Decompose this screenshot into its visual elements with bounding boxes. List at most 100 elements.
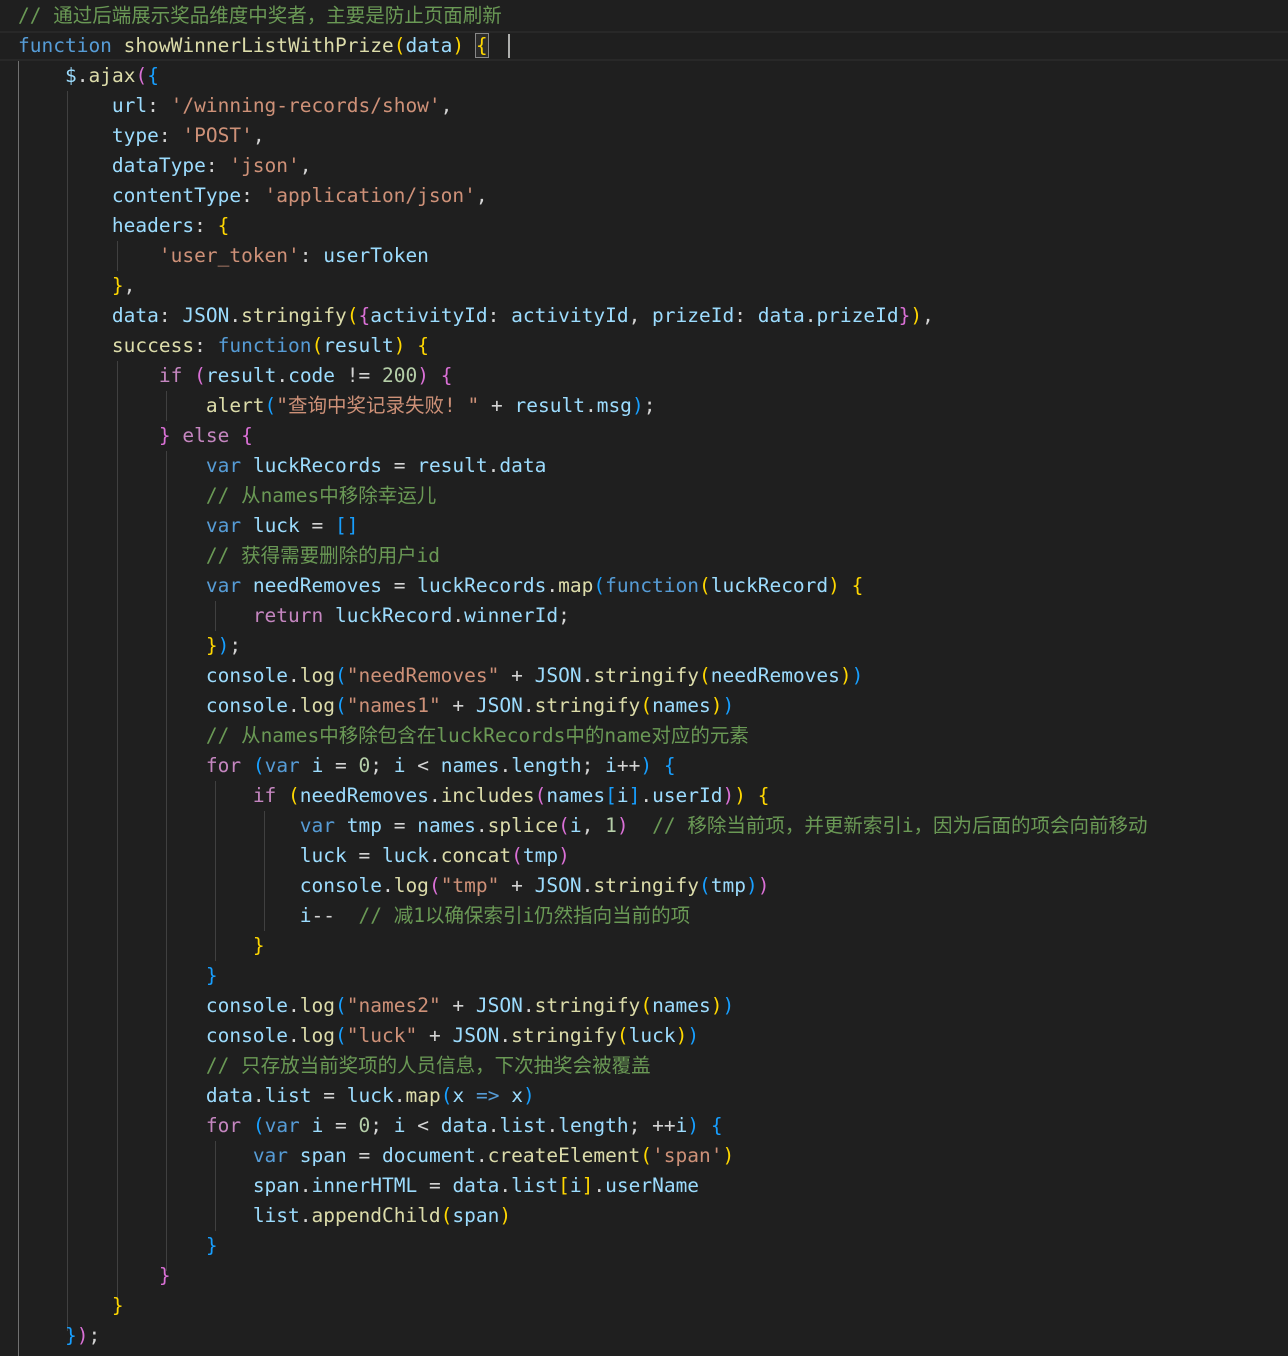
code-token: log (299, 994, 336, 1017)
code-line[interactable]: for (var i = 0; i < data.list.length; ++… (18, 1111, 723, 1141)
code-token: . (546, 574, 559, 597)
code-token: function (217, 334, 312, 357)
code-line[interactable]: console.log("needRemoves" + JSON.stringi… (18, 661, 864, 691)
code-token: data (405, 34, 453, 57)
code-token: ( (264, 394, 277, 417)
code-line[interactable]: luck = luck.concat(tmp) (18, 841, 570, 871)
code-token: map (405, 1084, 441, 1107)
code-token: ) (452, 34, 465, 57)
code-token: // 只存放当前奖项的人员信息，下次抽奖会被覆盖 (205, 1054, 651, 1077)
code-token: } (111, 274, 124, 297)
code-token: console (205, 1024, 289, 1047)
code-line[interactable]: // 从names中移除包含在luckRecords中的name对应的元素 (18, 721, 749, 751)
code-line[interactable]: console.log("names1" + JSON.stringify(na… (18, 691, 734, 721)
code-line[interactable]: // 通过后端展示奖品维度中奖者，主要是防止页面刷新 (18, 1, 502, 31)
code-line[interactable]: }); (18, 1321, 100, 1351)
code-line[interactable]: if (needRemoves.includes(names[i].userId… (18, 781, 770, 811)
code-token: } (205, 634, 218, 657)
code-line[interactable]: } (18, 1261, 171, 1291)
code-line[interactable]: var luckRecords = result.data (18, 451, 547, 481)
code-line[interactable]: data: JSON.stringify({activityId: activi… (18, 301, 934, 331)
code-line[interactable]: } (18, 1291, 124, 1321)
code-line[interactable]: $.ajax({ (18, 61, 159, 91)
code-token: stringify (511, 1024, 617, 1047)
code-line[interactable]: type: 'POST', (18, 121, 265, 151)
code-token: ( (640, 1144, 653, 1167)
code-line[interactable]: console.log("tmp" + JSON.stringify(tmp)) (18, 871, 770, 901)
code-line[interactable]: success: function(result) { (18, 331, 429, 361)
code-line[interactable]: contentType: 'application/json', (18, 181, 488, 211)
code-token: ( (699, 664, 711, 687)
code-line[interactable]: 'user_token': userToken (18, 241, 429, 271)
code-line[interactable]: url: '/winning-records/show', (18, 91, 453, 121)
code-token: stringify (534, 694, 641, 717)
code-token: list (511, 1174, 559, 1197)
code-editor[interactable]: // 通过后端展示奖品维度中奖者，主要是防止页面刷新 function showW… (0, 0, 1288, 1356)
code-line[interactable]: i-- // 减1以确保索引i仍然指向当前的项 (18, 901, 690, 931)
code-token: else (182, 424, 230, 447)
code-line[interactable]: } else { (18, 421, 253, 451)
code-token: data (499, 454, 547, 477)
code-token: appendChild (311, 1204, 441, 1227)
code-token: [ (605, 784, 617, 807)
code-line[interactable]: // 获得需要删除的用户id (18, 541, 440, 571)
code-line[interactable]: console.log("names2" + JSON.stringify(na… (18, 991, 734, 1021)
code-token: ( (640, 994, 653, 1017)
code-line[interactable]: return luckRecord.winnerId; (18, 601, 570, 631)
code-line[interactable]: span.innerHTML = data.list[i].userName (18, 1171, 699, 1201)
code-token: . (499, 754, 512, 777)
code-line[interactable]: } (18, 931, 265, 961)
code-line[interactable]: console.log("luck" + JSON.stringify(luck… (18, 1021, 699, 1051)
code-token: } (64, 1324, 77, 1347)
code-line[interactable]: } (18, 1231, 218, 1261)
code-token: . (581, 664, 594, 687)
code-token: // 从names中移除包含在luckRecords中的name对应的元素 (205, 724, 749, 747)
code-token: names (417, 814, 476, 837)
code-token: : (241, 184, 265, 207)
code-line[interactable]: // 从names中移除幸运儿 (18, 481, 436, 511)
code-line[interactable]: } (18, 961, 218, 991)
code-token: = (346, 1144, 382, 1167)
code-token: // 通过后端展示奖品维度中奖者，主要是防止页面刷新 (18, 4, 502, 27)
code-line[interactable]: data.list = luck.map(x => x) (18, 1081, 535, 1111)
code-token: i (311, 754, 324, 777)
code-line[interactable]: dataType: 'json', (18, 151, 312, 181)
code-line[interactable]: headers: { (18, 211, 229, 241)
code-token: [ (558, 1174, 570, 1197)
code-line[interactable]: }, (18, 271, 136, 301)
code-token: luckRecord (335, 604, 453, 627)
code-token: // 获得需要删除的用户id (205, 544, 441, 567)
code-token: . (593, 1174, 606, 1197)
code-line[interactable]: var needRemoves = luckRecords.map(functi… (18, 571, 864, 601)
code-line[interactable]: alert("查询中奖记录失败! " + result.msg); (18, 391, 656, 421)
code-line[interactable]: // 只存放当前奖项的人员信息，下次抽奖会被覆盖 (18, 1051, 651, 1081)
code-line[interactable]: list.appendChild(span) (18, 1201, 511, 1231)
code-token: ) (616, 814, 629, 837)
code-token: "needRemoves" (346, 664, 500, 687)
code-token: ; (643, 394, 656, 417)
code-line[interactable]: var span = document.createElement('span'… (18, 1141, 734, 1171)
code-line[interactable]: var luck = [] (18, 511, 359, 541)
code-token: i (675, 1114, 688, 1137)
code-token: 'json' (229, 154, 300, 177)
code-line[interactable]: for (var i = 0; i < names.length; i++) { (18, 751, 676, 781)
code-line[interactable]: function showWinnerListWithPrize(data) { (18, 31, 489, 61)
code-line[interactable]: if (result.code != 200) { (18, 361, 453, 391)
code-token: ; (370, 1114, 394, 1137)
code-token: success (111, 334, 195, 357)
code-line[interactable]: }); (18, 631, 241, 661)
code-line[interactable]: var tmp = names.splice(i, 1) // 移除当前项，并更… (18, 811, 1148, 841)
